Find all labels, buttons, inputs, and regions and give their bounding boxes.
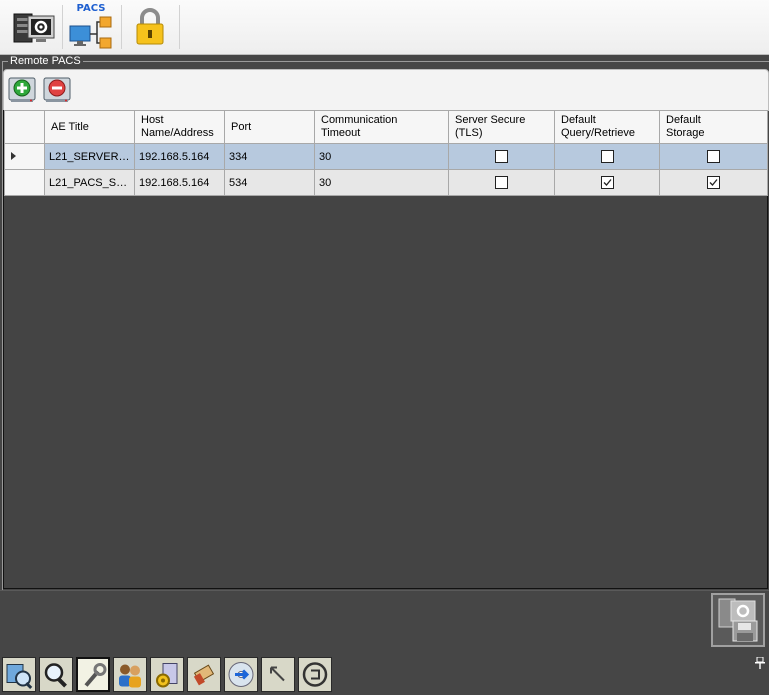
ae-title-cell[interactable]: L21_SERVER64 bbox=[44, 143, 135, 170]
default-qr-checkbox[interactable] bbox=[600, 150, 614, 163]
tls-cell bbox=[448, 143, 555, 170]
column-header[interactable]: Server Secure (TLS) bbox=[448, 110, 555, 144]
padlock-icon bbox=[136, 8, 164, 45]
add-server-button[interactable] bbox=[7, 75, 37, 105]
default-qr-cell bbox=[554, 169, 660, 196]
disc-arrow-icon bbox=[228, 662, 254, 687]
patient-search-icon bbox=[6, 664, 33, 690]
taskbar-button-refresh-circle[interactable] bbox=[298, 657, 332, 692]
eraser-icon bbox=[193, 664, 215, 686]
wrench-icon bbox=[84, 663, 107, 687]
pin-icon[interactable] bbox=[755, 656, 765, 672]
taskbar-button-patient-search[interactable] bbox=[2, 657, 36, 692]
default-storage-checkbox[interactable] bbox=[707, 150, 720, 163]
timeout-cell[interactable]: 30 bbox=[314, 143, 449, 170]
security-button[interactable] bbox=[128, 4, 172, 50]
pacs-label: PACS bbox=[76, 3, 106, 14]
taskbar-button-disc-arrow[interactable] bbox=[224, 657, 258, 692]
row-header-corner bbox=[4, 110, 45, 144]
taskbar-button-wrench[interactable] bbox=[76, 657, 110, 692]
add-server-icon bbox=[8, 77, 36, 102]
column-header[interactable]: Communication Timeout bbox=[314, 110, 449, 144]
taskbar-button-resize-arrow[interactable] bbox=[261, 657, 295, 692]
timeout-cell[interactable]: 30 bbox=[314, 169, 449, 196]
taskbar-button-eraser[interactable] bbox=[187, 657, 221, 692]
remote-pacs-grid: AE Title Host Name/Address Port Communica… bbox=[3, 110, 768, 589]
ae-title-cell[interactable]: L21_PACS_SC... bbox=[44, 169, 135, 196]
row-header[interactable] bbox=[4, 143, 45, 170]
remote-pacs-toolbar bbox=[3, 69, 769, 111]
host-cell[interactable]: 192.168.5.164 bbox=[134, 169, 225, 196]
default-qr-cell bbox=[554, 143, 660, 170]
taskbar-button-magnifier[interactable] bbox=[39, 657, 73, 692]
tls-checkbox[interactable] bbox=[495, 150, 508, 163]
resize-arrow-icon bbox=[270, 666, 285, 682]
save-settings-button[interactable] bbox=[711, 593, 765, 647]
tls-cell bbox=[448, 169, 555, 196]
default-qr-checkbox[interactable] bbox=[600, 176, 614, 189]
table-row[interactable]: L21_SERVER64 192.168.5.164 334 30 bbox=[4, 143, 768, 170]
default-storage-checkbox[interactable] bbox=[707, 176, 720, 189]
host-cell[interactable]: 192.168.5.164 bbox=[134, 143, 225, 170]
column-header[interactable]: Port bbox=[224, 110, 315, 144]
server-settings-button[interactable] bbox=[8, 4, 58, 50]
default-storage-cell bbox=[659, 143, 768, 170]
users-icon bbox=[119, 664, 141, 688]
column-header[interactable]: AE Title bbox=[44, 110, 135, 144]
remove-server-button[interactable] bbox=[42, 75, 72, 105]
port-cell[interactable]: 334 bbox=[224, 143, 315, 170]
refresh-circle-icon bbox=[302, 662, 328, 687]
column-header[interactable]: Host Name/Address bbox=[134, 110, 225, 144]
current-row-arrow-icon bbox=[11, 151, 16, 160]
taskbar-button-users[interactable] bbox=[113, 657, 147, 692]
column-header[interactable]: Default Storage bbox=[659, 110, 768, 144]
server-gear-icon bbox=[13, 13, 55, 43]
column-header[interactable]: Default Query/Retrieve bbox=[554, 110, 660, 144]
remote-pacs-table: AE Title Host Name/Address Port Communica… bbox=[4, 110, 768, 196]
save-settings-icon bbox=[718, 598, 758, 642]
gear-box-icon bbox=[156, 663, 178, 688]
magnifier-icon bbox=[44, 663, 67, 688]
row-header[interactable] bbox=[4, 169, 45, 196]
remove-server-icon bbox=[43, 77, 71, 102]
taskbar-button-gear-box[interactable] bbox=[150, 657, 184, 692]
bottom-panel bbox=[0, 590, 769, 653]
group-title: Remote PACS bbox=[8, 55, 83, 67]
table-row[interactable]: L21_PACS_SC... 192.168.5.164 534 30 bbox=[4, 169, 768, 196]
table-header-row: AE Title Host Name/Address Port Communica… bbox=[4, 110, 768, 144]
main-toolbar: PACS bbox=[0, 0, 769, 55]
default-storage-cell bbox=[659, 169, 768, 196]
tls-checkbox[interactable] bbox=[495, 176, 508, 189]
port-cell[interactable]: 534 bbox=[224, 169, 315, 196]
